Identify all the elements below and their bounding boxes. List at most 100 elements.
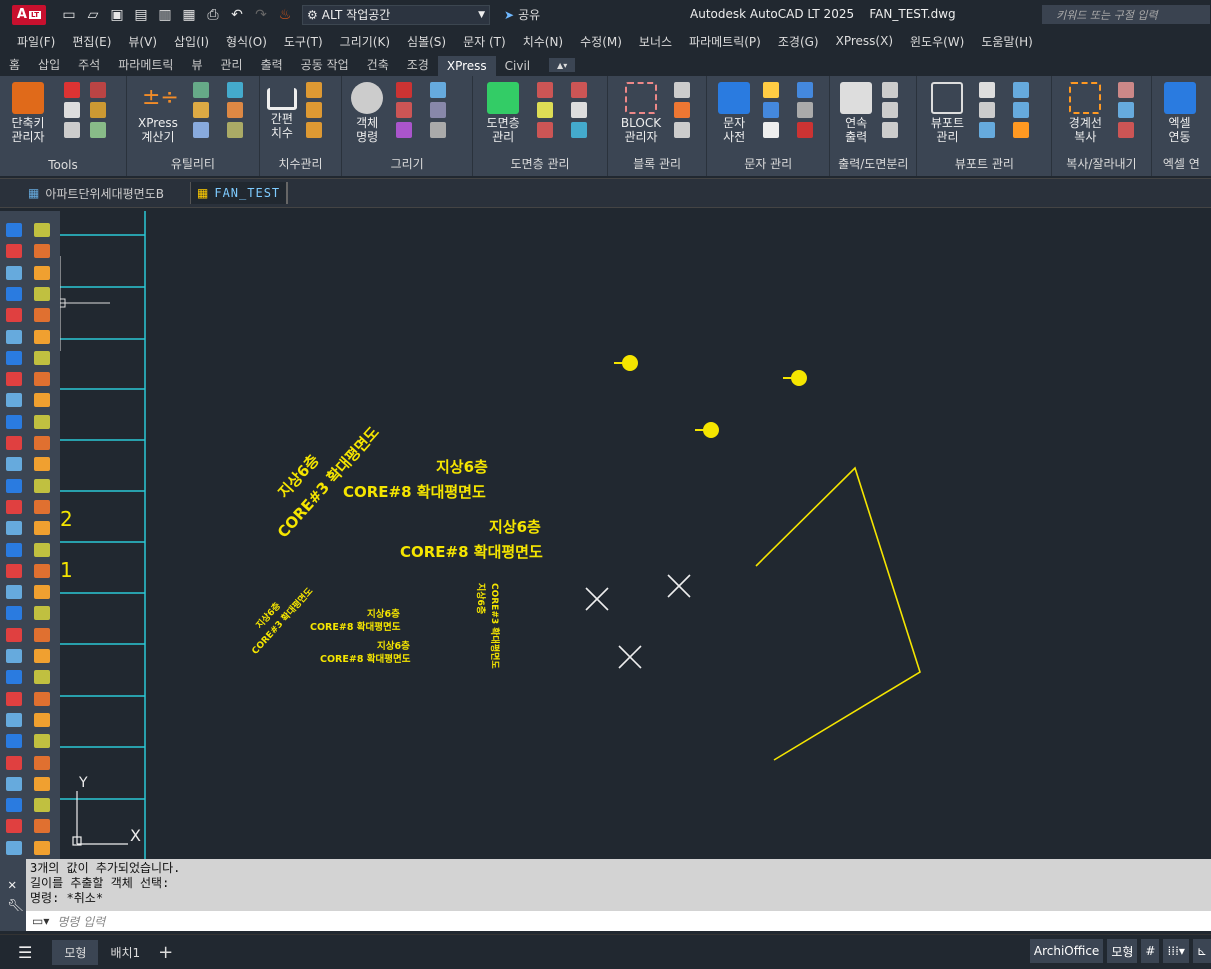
toolbar-tool-icon[interactable] <box>6 776 22 791</box>
plot-icon-1[interactable] <box>882 82 899 98</box>
vp-icon-4[interactable] <box>1013 102 1030 118</box>
vp-icon-3[interactable] <box>979 102 996 118</box>
menu-item[interactable]: 그리기(K) <box>323 33 390 50</box>
add-layout-icon[interactable]: + <box>158 942 173 963</box>
block-icon-3[interactable] <box>674 122 690 138</box>
vp-icon-2[interactable] <box>1013 82 1030 98</box>
layer-icon-1[interactable] <box>537 82 554 98</box>
toolbar-tool-icon[interactable] <box>34 755 50 770</box>
toolbar-tool-icon[interactable] <box>6 499 22 514</box>
copy-icon-3[interactable] <box>1118 122 1135 138</box>
toolbar-tool-icon[interactable] <box>34 244 50 259</box>
tree-icon[interactable] <box>90 122 106 138</box>
command-prompt-icon[interactable]: ▭▾ <box>32 914 49 928</box>
toolbar-tool-icon[interactable] <box>34 286 50 301</box>
save-icon[interactable]: ▣ <box>108 6 126 24</box>
menu-item[interactable]: 편집(E) <box>55 33 111 50</box>
shortcut-manager-button[interactable]: 단축키 관리자 <box>8 82 48 144</box>
toolbar-tool-icon[interactable] <box>6 585 22 600</box>
toolbar-tool-icon[interactable] <box>6 627 22 642</box>
text-ab-icon[interactable] <box>797 82 814 98</box>
toolbar-tool-icon[interactable] <box>6 755 22 770</box>
menu-item[interactable]: 파일(F) <box>0 33 55 50</box>
object-command-button[interactable]: 객체 명령 <box>348 82 386 144</box>
menu-item[interactable]: 문자 (T) <box>446 33 506 50</box>
text-color-icon[interactable] <box>797 122 814 138</box>
export-icon[interactable]: ▦ <box>180 6 198 24</box>
toolbar-tool-icon[interactable] <box>6 819 22 834</box>
toolbar-tool-icon[interactable] <box>6 840 22 855</box>
file-tab-1[interactable]: ▦ 아파트단위세대평면도B <box>22 182 170 204</box>
toolbar-tool-icon[interactable] <box>6 670 22 685</box>
toolbar-tool-icon[interactable] <box>34 585 50 600</box>
ribbon-tab[interactable]: 출력 <box>252 53 292 76</box>
arrow-icon[interactable] <box>226 82 243 98</box>
autocad-logo[interactable]: A LT <box>12 4 46 25</box>
command-input[interactable]: ▭▾ 명령 입력 <box>26 911 1211 931</box>
text-brush-icon[interactable] <box>763 102 780 118</box>
text-block-rotated[interactable]: 지상6층 CORE#3 확대평면도 <box>255 406 383 542</box>
toolbar-tool-icon[interactable] <box>34 478 50 493</box>
toolbar-tool-icon[interactable] <box>34 265 50 280</box>
menu-item[interactable]: 심볼(S) <box>390 33 446 50</box>
vp-icon-6[interactable] <box>1013 122 1030 138</box>
shortcut-manager-icon[interactable]: ♨ <box>276 6 294 24</box>
toolbar-tool-icon[interactable] <box>34 308 50 323</box>
curve-icon[interactable] <box>396 102 413 118</box>
toolbar-tool-icon[interactable] <box>34 393 50 408</box>
toolbar-tool-icon[interactable] <box>6 691 22 706</box>
toolbar-tool-icon[interactable] <box>34 606 50 621</box>
toolbar-tool-icon[interactable] <box>34 372 50 387</box>
layout-tab-layout1[interactable]: 배치1 <box>98 940 152 965</box>
toolbar-tool-icon[interactable] <box>6 308 22 323</box>
toolbar-tool-icon[interactable] <box>34 670 50 685</box>
vp-icon-1[interactable] <box>979 82 996 98</box>
text-block-small[interactable]: 지상6층 CORE#8 확대평면도 <box>310 608 401 633</box>
toolbar-tool-icon[interactable] <box>34 563 50 578</box>
copy-icon-1[interactable] <box>1118 82 1135 98</box>
redo-icon[interactable]: ↷ <box>252 6 270 24</box>
spline-icon[interactable] <box>396 122 413 138</box>
ortho-icon[interactable]: ⊾ <box>1192 939 1211 963</box>
toolbar-tool-icon[interactable] <box>6 798 22 813</box>
snap-icon[interactable]: ⁞⁞⁞▾ <box>1163 939 1189 963</box>
tool-icon[interactable] <box>90 82 106 98</box>
block-manager-button[interactable]: BLOCK 관리자 <box>618 82 664 144</box>
vp-icon-5[interactable] <box>979 122 996 138</box>
toolbar-tool-icon[interactable] <box>6 393 22 408</box>
pen-icon[interactable] <box>430 102 447 118</box>
toolbar-tool-icon[interactable] <box>6 414 22 429</box>
menu-item[interactable]: 뷰(V) <box>111 33 157 50</box>
toolbar-tool-icon[interactable] <box>34 627 50 642</box>
share-button[interactable]: ➤ 공유 <box>504 6 540 23</box>
toolbar-tool-icon[interactable] <box>6 734 22 749</box>
toolbar-tool-icon[interactable] <box>6 329 22 344</box>
open-folder-icon[interactable]: ▱ <box>84 6 102 24</box>
plot-icon-3[interactable] <box>882 122 899 138</box>
text-align-icon[interactable] <box>797 102 814 118</box>
edit-icon[interactable] <box>192 82 209 98</box>
ribbon-tab[interactable]: Civil <box>496 56 539 76</box>
minimize-ribbon-icon[interactable]: ▲▾ <box>549 58 576 72</box>
toolbar-tool-icon[interactable] <box>6 478 22 493</box>
menu-item[interactable]: 삽입(I) <box>157 33 209 50</box>
block-icon-1[interactable] <box>674 82 690 98</box>
hatch-icon[interactable] <box>396 82 413 98</box>
toolbar-tool-icon[interactable] <box>6 244 22 259</box>
find-icon[interactable] <box>64 82 80 98</box>
copy-icon-2[interactable] <box>1118 102 1135 118</box>
toolbar-tool-icon[interactable] <box>6 606 22 621</box>
toolbar-tool-icon[interactable] <box>6 712 22 727</box>
ribbon-tab[interactable]: 건축 <box>358 53 398 76</box>
toolbar-tool-icon[interactable] <box>34 840 50 855</box>
toolbar-tool-icon[interactable] <box>6 286 22 301</box>
close-icon[interactable]: ✕ <box>8 877 16 893</box>
layer-icon-3[interactable] <box>537 102 554 118</box>
text-dictionary-button[interactable]: 문자 사전 <box>715 82 753 144</box>
ribbon-tab[interactable]: 홈 <box>0 53 29 76</box>
grid-icon[interactable]: # <box>1141 939 1160 963</box>
offset-icon[interactable] <box>430 122 447 138</box>
plot-icon-2[interactable] <box>882 102 899 118</box>
menu-item[interactable]: 수정(M) <box>563 33 622 50</box>
layer-icon-6[interactable] <box>571 122 588 138</box>
